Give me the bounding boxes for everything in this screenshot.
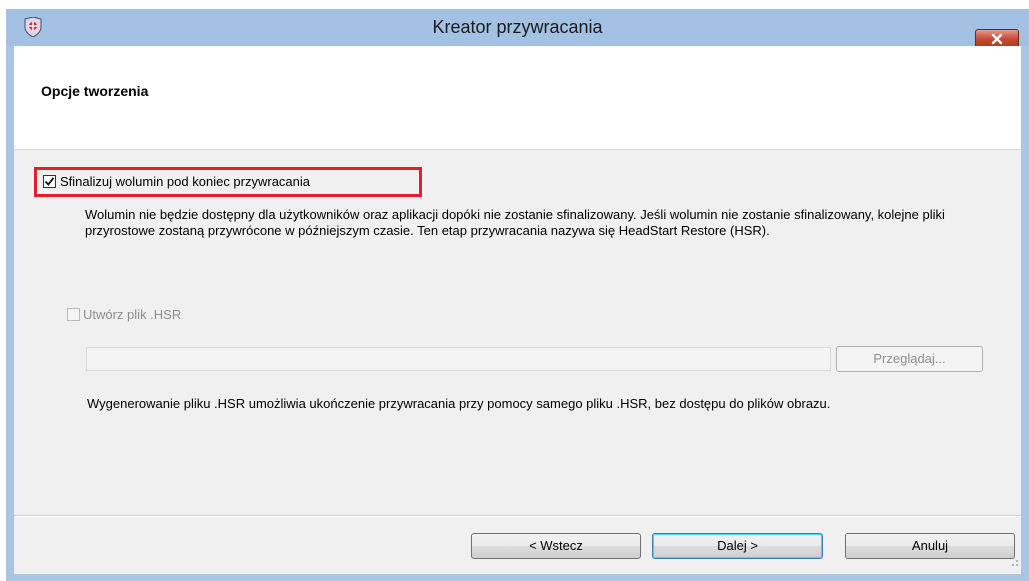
back-button[interactable]: < Wstecz xyxy=(471,533,641,559)
close-icon xyxy=(991,33,1003,45)
window-title: Kreator przywracania xyxy=(432,17,603,37)
next-button[interactable]: Dalej > xyxy=(652,533,823,559)
finalize-checkbox[interactable] xyxy=(43,175,56,188)
hsr-note: Wygenerowanie pliku .HSR umożliwia ukońc… xyxy=(87,396,831,411)
wizard-content: Sfinalizuj wolumin pod koniec przywracan… xyxy=(14,150,1021,574)
wizard-header: Opcje tworzenia xyxy=(14,46,1021,150)
hsr-path-field[interactable] xyxy=(86,347,831,371)
cancel-button[interactable]: Anuluj xyxy=(845,533,1015,559)
finalize-description: Wolumin nie będzie dostępny dla użytkown… xyxy=(85,207,945,238)
restore-wizard-window: Kreator przywracania Opcje tworzenia Sfi… xyxy=(6,9,1029,581)
browse-button[interactable]: Przeglądaj... xyxy=(836,346,983,372)
create-hsr-label[interactable]: Utwórz plik .HSR xyxy=(83,307,181,322)
create-hsr-checkbox[interactable] xyxy=(67,308,80,321)
footer-separator xyxy=(14,515,1021,517)
checkmark-icon xyxy=(44,177,55,186)
page-title: Opcje tworzenia xyxy=(41,83,149,99)
title-bar[interactable]: Kreator przywracania xyxy=(6,9,1029,49)
resize-grip-icon[interactable] xyxy=(1009,554,1019,572)
finalize-label[interactable]: Sfinalizuj wolumin pod koniec przywracan… xyxy=(60,174,310,189)
